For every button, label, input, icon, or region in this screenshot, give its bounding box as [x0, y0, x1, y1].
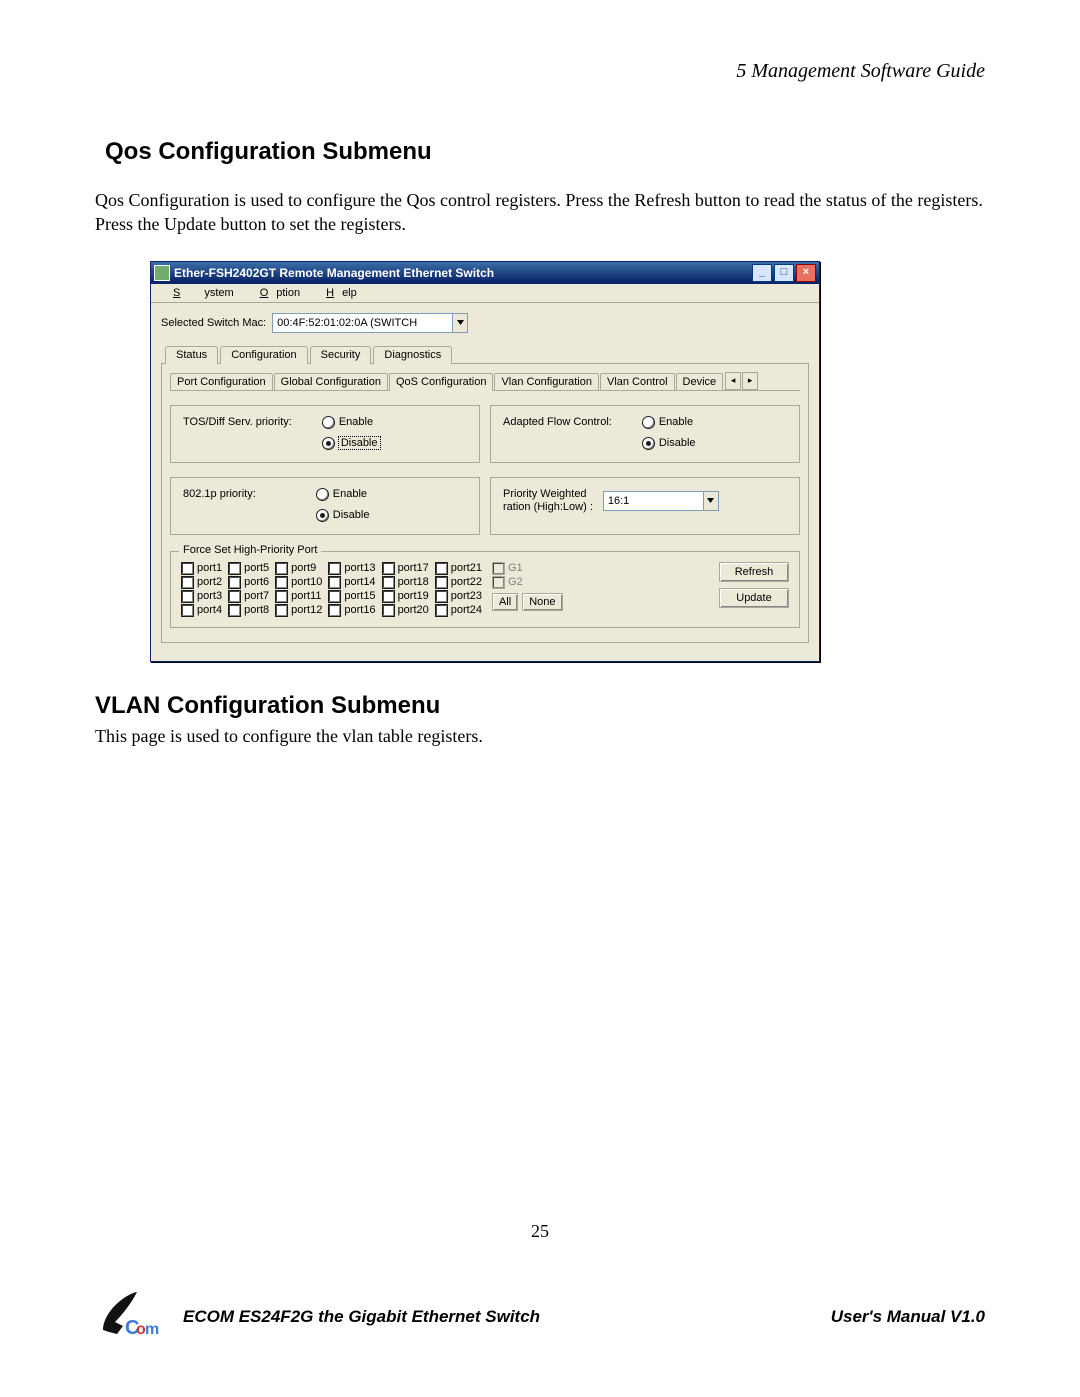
port7-checkbox[interactable]: port7	[228, 590, 269, 603]
tos-label: TOS/Diff Serv. priority:	[183, 416, 292, 428]
close-button[interactable]: ×	[796, 264, 816, 282]
menu-system[interactable]: System	[157, 286, 242, 300]
8021p-label: 802.1p priority:	[183, 488, 256, 500]
port18-checkbox[interactable]: port18	[382, 576, 429, 589]
fieldset-legend: Force Set High-Priority Port	[179, 544, 321, 556]
port17-checkbox[interactable]: port17	[382, 562, 429, 575]
maximize-button[interactable]: □	[774, 264, 794, 282]
subtab-global-config[interactable]: Global Configuration	[274, 373, 388, 390]
chevron-down-icon[interactable]	[452, 314, 467, 332]
pw-label-1: Priority Weighted	[503, 488, 593, 501]
selected-switch-value: 00:4F:52:01:02:0A (SWITCH	[277, 317, 452, 329]
footer-manual: User's Manual V1.0	[831, 1307, 985, 1327]
port12-checkbox[interactable]: port12	[275, 604, 322, 617]
tos-enable-radio[interactable]: Enable	[322, 416, 380, 429]
page-number: 25	[0, 1221, 1080, 1242]
port10-checkbox[interactable]: port10	[275, 576, 322, 589]
svg-text:m: m	[145, 1321, 159, 1338]
g1-checkbox: G1	[492, 562, 563, 575]
force-high-priority-fieldset: Force Set High-Priority Port port1 port2…	[170, 551, 800, 628]
port13-checkbox[interactable]: port13	[328, 562, 375, 575]
priority-ratio-value: 16:1	[608, 495, 703, 507]
port2-checkbox[interactable]: port2	[181, 576, 222, 589]
selected-switch-label: Selected Switch Mac:	[161, 317, 266, 329]
all-button[interactable]: All	[492, 593, 518, 611]
app-window: Ether-FSH2402GT Remote Management Ethern…	[150, 261, 820, 662]
port4-checkbox[interactable]: port4	[181, 604, 222, 617]
pw-label-2: ration (High:Low) :	[503, 501, 593, 514]
priority-weighted-panel: Priority Weighted ration (High:Low) : 16…	[490, 477, 800, 535]
port8-checkbox[interactable]: port8	[228, 604, 269, 617]
tab-diagnostics[interactable]: Diagnostics	[373, 346, 452, 364]
menubar: System Option Help	[151, 284, 819, 303]
subtab-vlan-control[interactable]: Vlan Control	[600, 373, 675, 390]
ecom-logo-icon: C o m	[95, 1282, 165, 1352]
window-titlebar: Ether-FSH2402GT Remote Management Ethern…	[151, 262, 819, 284]
g2-checkbox: G2	[492, 576, 563, 589]
subtab-vlan-config[interactable]: Vlan Configuration	[494, 373, 599, 390]
priority-ratio-combo[interactable]: 16:1	[603, 491, 719, 511]
port11-checkbox[interactable]: port11	[275, 590, 322, 603]
menu-help[interactable]: Help	[310, 286, 365, 300]
menu-option[interactable]: Option	[244, 286, 308, 300]
main-tabs: Status Configuration Security Diagnostic…	[161, 345, 809, 364]
subtab-device[interactable]: Device	[676, 373, 724, 390]
app-icon	[154, 265, 170, 281]
tab-security[interactable]: Security	[310, 346, 372, 364]
port9-checkbox[interactable]: port9	[275, 562, 322, 575]
port-checkbox-grid: port1 port2 port3 port4 port5 port6 port…	[181, 562, 482, 617]
window-title: Ether-FSH2402GT Remote Management Ethern…	[174, 266, 494, 280]
port14-checkbox[interactable]: port14	[328, 576, 375, 589]
port24-checkbox[interactable]: port24	[435, 604, 482, 617]
chevron-down-icon[interactable]	[703, 492, 718, 510]
chapter-header: 5 Management Software Guide	[95, 60, 985, 83]
tos-panel: TOS/Diff Serv. priority: Enable Disable	[170, 405, 480, 463]
section-title-vlan: VLAN Configuration Submenu	[95, 692, 985, 720]
afc-label: Adapted Flow Control:	[503, 416, 612, 428]
section-body-qos: Qos Configuration is used to configure t…	[95, 188, 985, 237]
tab-scroll-left-icon[interactable]: ◂	[725, 372, 741, 390]
subtab-port-config[interactable]: Port Configuration	[170, 373, 273, 390]
8021p-panel: 802.1p priority: Enable Disable	[170, 477, 480, 535]
port1-checkbox[interactable]: port1	[181, 562, 222, 575]
page-footer: C o m ECOM ES24F2G the Gigabit Ethernet …	[95, 1282, 985, 1352]
afc-panel: Adapted Flow Control: Enable Disable	[490, 405, 800, 463]
refresh-button[interactable]: Refresh	[719, 562, 789, 582]
none-button[interactable]: None	[522, 593, 562, 611]
footer-product: ECOM ES24F2G the Gigabit Ethernet Switch	[183, 1307, 540, 1327]
tab-scroll-right-icon[interactable]: ▸	[742, 372, 758, 390]
8021p-disable-radio[interactable]: Disable	[316, 509, 370, 522]
port21-checkbox[interactable]: port21	[435, 562, 482, 575]
port5-checkbox[interactable]: port5	[228, 562, 269, 575]
port6-checkbox[interactable]: port6	[228, 576, 269, 589]
tab-configuration[interactable]: Configuration	[220, 346, 307, 364]
section-body-vlan: This page is used to configure the vlan …	[95, 724, 985, 748]
minimize-button[interactable]: _	[752, 264, 772, 282]
port20-checkbox[interactable]: port20	[382, 604, 429, 617]
port19-checkbox[interactable]: port19	[382, 590, 429, 603]
subtab-qos-config[interactable]: QoS Configuration	[389, 373, 494, 391]
port15-checkbox[interactable]: port15	[328, 590, 375, 603]
tos-disable-radio[interactable]: Disable	[322, 437, 380, 450]
update-button[interactable]: Update	[719, 588, 789, 608]
port22-checkbox[interactable]: port22	[435, 576, 482, 589]
selected-switch-combo[interactable]: 00:4F:52:01:02:0A (SWITCH	[272, 313, 468, 333]
8021p-enable-radio[interactable]: Enable	[316, 488, 370, 501]
port3-checkbox[interactable]: port3	[181, 590, 222, 603]
afc-disable-radio[interactable]: Disable	[642, 437, 696, 450]
port16-checkbox[interactable]: port16	[328, 604, 375, 617]
tab-status[interactable]: Status	[165, 346, 218, 364]
sub-tabs: Port Configuration Global Configuration …	[170, 372, 800, 391]
port23-checkbox[interactable]: port23	[435, 590, 482, 603]
section-title-qos: Qos Configuration Submenu	[105, 138, 985, 166]
afc-enable-radio[interactable]: Enable	[642, 416, 696, 429]
